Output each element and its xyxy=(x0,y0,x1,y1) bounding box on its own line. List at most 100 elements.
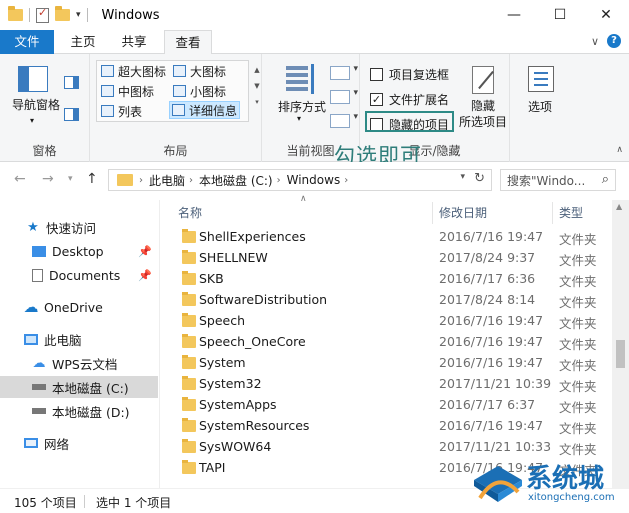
address-bar[interactable]: › 此电脑 › 本地磁盘 (C:) › Windows › ▾ ↻ xyxy=(108,169,492,191)
options-group: 选项 xyxy=(510,54,570,162)
table-row[interactable]: SoftwareDistribution 2017/8/24 8:14 文件夹 xyxy=(160,290,612,311)
toolbar-divider xyxy=(86,8,88,22)
customize-toolbar-chevron-icon[interactable]: ▾ xyxy=(76,10,81,20)
column-header-name[interactable]: 名称 xyxy=(178,200,202,226)
properties-icon[interactable] xyxy=(36,6,49,23)
layout-details[interactable]: 详细信息 xyxy=(169,101,241,119)
folder-icon xyxy=(182,355,196,369)
watermark-text: 系统城 xyxy=(526,464,605,494)
help-icon[interactable]: ? xyxy=(607,34,621,48)
nav-this-pc[interactable]: 此电脑 xyxy=(0,328,158,350)
chevron-down-icon[interactable]: ▾ xyxy=(30,116,34,125)
chevron-right-icon[interactable]: › xyxy=(139,175,143,186)
column-divider[interactable] xyxy=(432,202,433,224)
nav-local-disk-c[interactable]: 本地磁盘 (C:) xyxy=(0,376,158,398)
hide-selected-icon[interactable] xyxy=(472,66,494,94)
file-date: 2016/7/17 6:36 xyxy=(439,271,536,286)
folder-icon xyxy=(117,174,133,186)
minimize-button[interactable]: — xyxy=(491,0,537,30)
tab-view[interactable]: 查看 xyxy=(164,30,212,55)
table-row[interactable]: SKB 2016/7/17 6:36 文件夹 xyxy=(160,269,612,290)
large-icons-icon xyxy=(173,65,186,77)
nav-wps-cloud[interactable]: ☁ WPS云文档 xyxy=(0,352,158,374)
group-by-button[interactable] xyxy=(330,64,358,80)
nav-network[interactable]: 网络 xyxy=(0,432,158,454)
quick-access-toolbar: ▾ xyxy=(0,6,88,23)
maximize-button[interactable]: ☐ xyxy=(537,0,583,30)
column-divider[interactable] xyxy=(552,202,553,224)
navigation-pane-icon[interactable] xyxy=(18,66,48,92)
chevron-right-icon[interactable]: › xyxy=(344,175,348,186)
layout-gallery-scroll[interactable]: ▲ ▼ ▾ xyxy=(252,62,262,110)
size-columns-button[interactable] xyxy=(330,112,358,128)
forward-arrow-icon[interactable]: → xyxy=(42,171,54,187)
scrollbar-thumb[interactable] xyxy=(616,340,625,368)
file-extensions-option[interactable]: ✓ 文件扩展名 xyxy=(370,91,449,108)
breadcrumb-windows[interactable]: Windows xyxy=(287,173,341,187)
pin-icon[interactable]: 📌 xyxy=(138,269,152,282)
drive-icon xyxy=(32,408,46,414)
column-header-type[interactable]: 类型 xyxy=(559,200,583,226)
up-arrow-icon[interactable]: ↑ xyxy=(86,171,98,187)
details-pane-icon[interactable] xyxy=(64,108,79,121)
table-row[interactable]: ShellExperiences 2016/7/16 19:47 文件夹 xyxy=(160,227,612,248)
folder-icon xyxy=(182,292,196,306)
pin-icon[interactable]: 📌 xyxy=(138,245,152,258)
item-checkboxes-option[interactable]: 项目复选框 xyxy=(370,66,449,83)
table-row[interactable]: System32 2017/11/21 10:39 文件夹 xyxy=(160,374,612,395)
layout-small-icons[interactable]: 小图标 xyxy=(171,82,228,100)
address-dropdown-chevron-icon[interactable]: ▾ xyxy=(460,172,465,182)
ribbon: 导航窗格 ▾ 窗格 超大图标 大图标 中图标 小图标 列表 详细信息 ▲ ▼ ▾ 布… xyxy=(0,54,629,162)
nav-onedrive[interactable]: ☁ OneDrive xyxy=(0,296,158,318)
cloud-icon: ☁ xyxy=(23,298,39,316)
search-input[interactable]: 搜索"Windo... ⌕ xyxy=(500,169,616,191)
nav-desktop[interactable]: Desktop 📌 xyxy=(0,240,158,262)
sort-by-button[interactable]: 排序方式 xyxy=(270,98,334,115)
layout-list[interactable]: 列表 xyxy=(99,102,144,120)
navigation-pane-button[interactable]: 导航窗格 xyxy=(6,98,66,112)
preview-pane-icon[interactable] xyxy=(64,76,79,89)
table-row[interactable]: SysWOW64 2017/11/21 10:33 文件夹 xyxy=(160,437,612,458)
nav-quick-access[interactable]: ★ 快速访问 xyxy=(0,216,158,238)
options-button[interactable]: 选项 xyxy=(510,98,570,115)
folder-icon xyxy=(182,376,196,390)
recent-locations-chevron-icon[interactable]: ▾ xyxy=(68,174,73,184)
search-icon[interactable]: ⌕ xyxy=(602,172,609,187)
breadcrumb-local-disk-c[interactable]: 本地磁盘 (C:) xyxy=(199,172,273,189)
table-row[interactable]: Speech 2016/7/16 19:47 文件夹 xyxy=(160,311,612,332)
breadcrumb-this-pc[interactable]: 此电脑 xyxy=(149,172,185,189)
table-row[interactable]: SystemApps 2016/7/17 6:37 文件夹 xyxy=(160,395,612,416)
tab-file[interactable]: 文件 xyxy=(0,30,54,54)
layout-large-icons[interactable]: 大图标 xyxy=(171,62,228,80)
vertical-scrollbar[interactable]: ▲ xyxy=(612,200,629,488)
chevron-right-icon[interactable]: › xyxy=(189,175,193,186)
options-icon[interactable] xyxy=(528,66,554,92)
tab-home[interactable]: 主页 xyxy=(62,30,104,54)
nav-documents[interactable]: Documents 📌 xyxy=(0,264,158,286)
file-name: SystemApps xyxy=(199,397,277,412)
ribbon-tabs: 文件 主页 共享 查看 ∨ ? xyxy=(0,30,629,55)
checkbox-checked[interactable]: ✓ xyxy=(370,93,383,106)
column-header-date[interactable]: 修改日期 xyxy=(439,200,487,226)
table-row[interactable]: SystemResources 2016/7/16 19:47 文件夹 xyxy=(160,416,612,437)
back-arrow-icon[interactable]: ← xyxy=(14,171,26,187)
add-columns-button[interactable] xyxy=(330,88,358,104)
layout-extra-large-icons[interactable]: 超大图标 xyxy=(99,62,168,80)
refresh-icon[interactable]: ↻ xyxy=(474,171,485,186)
hide-selected-button[interactable]: 隐藏 所选项目 xyxy=(456,98,510,130)
table-row[interactable]: Speech_OneCore 2016/7/16 19:47 文件夹 xyxy=(160,332,612,353)
new-folder-icon[interactable] xyxy=(55,6,70,21)
chevron-down-icon[interactable]: ▾ xyxy=(297,114,301,123)
scroll-up-icon[interactable]: ▲ xyxy=(616,202,622,211)
close-button[interactable]: ✕ xyxy=(583,0,629,30)
checkbox[interactable] xyxy=(370,68,383,81)
chevron-right-icon[interactable]: › xyxy=(277,175,281,186)
ribbon-collapse-chevron-icon[interactable]: ∨ xyxy=(591,35,599,48)
table-row[interactable]: System 2016/7/16 19:47 文件夹 xyxy=(160,353,612,374)
table-row[interactable]: SHELLNEW 2017/8/24 9:37 文件夹 xyxy=(160,248,612,269)
tab-share[interactable]: 共享 xyxy=(112,30,156,54)
nav-local-disk-d[interactable]: 本地磁盘 (D:) xyxy=(0,400,158,422)
chevron-up-icon[interactable]: ∧ xyxy=(616,145,623,155)
layout-medium-icons[interactable]: 中图标 xyxy=(99,82,156,100)
file-date: 2016/7/16 19:47 xyxy=(439,229,544,244)
